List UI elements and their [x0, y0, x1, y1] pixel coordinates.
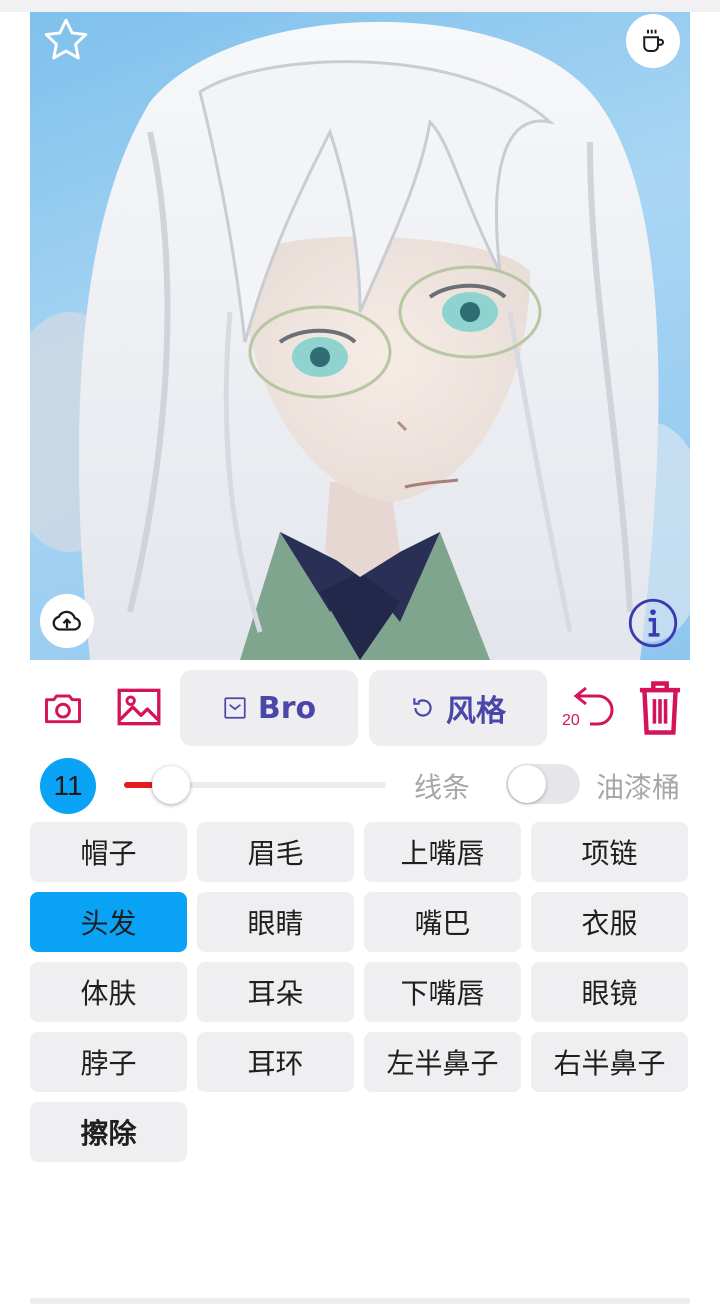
paint-bucket-toggle[interactable] [506, 764, 580, 804]
part-button[interactable]: 体肤 [30, 962, 187, 1022]
brush-size-slider[interactable] [124, 766, 386, 804]
slider-thumb[interactable] [152, 766, 191, 804]
coffee-cup-icon[interactable] [626, 14, 680, 68]
part-button[interactable]: 帽子 [30, 822, 187, 882]
undo-count: 20 [562, 712, 580, 729]
part-button[interactable]: 眼镜 [531, 962, 688, 1022]
part-button[interactable]: 脖子 [30, 1032, 187, 1092]
info-icon[interactable] [626, 596, 680, 650]
anime-portrait-image [30, 21, 690, 660]
image-icon[interactable] [112, 680, 166, 734]
bottom-divider [30, 1298, 690, 1304]
paint-bucket-label: 油漆桶 [596, 771, 681, 804]
brush-settings: 11 线条 油漆桶 [30, 756, 690, 816]
part-button[interactable]: 下嘴唇 [364, 962, 521, 1022]
undo-button[interactable]: 20 [560, 680, 620, 736]
trash-icon[interactable] [634, 678, 686, 738]
part-button[interactable]: 眉毛 [197, 822, 354, 882]
part-button[interactable]: 头发 [30, 892, 187, 952]
part-button[interactable]: 嘴巴 [364, 892, 521, 952]
toggle-knob [508, 765, 546, 803]
part-button[interactable]: 上嘴唇 [364, 822, 521, 882]
style-button[interactable]: 风格 [369, 670, 547, 746]
tool-bar: Bro 风格 20 [30, 670, 690, 746]
part-button[interactable]: 耳朵 [197, 962, 354, 1022]
part-button[interactable]: 耳环 [197, 1032, 354, 1092]
part-button[interactable]: 右半鼻子 [531, 1032, 688, 1092]
line-mode-label: 线条 [414, 771, 471, 804]
part-button[interactable]: 衣服 [531, 892, 688, 952]
star-icon[interactable] [40, 14, 92, 66]
envelope-check-icon [222, 695, 248, 721]
part-button[interactable]: 擦除 [30, 1102, 187, 1162]
bro-button-label: Bro [257, 690, 317, 726]
camera-icon[interactable] [38, 682, 88, 732]
refresh-icon [410, 695, 436, 721]
bro-button[interactable]: Bro [180, 670, 358, 746]
part-button[interactable]: 眼睛 [197, 892, 354, 952]
cloud-upload-icon[interactable] [40, 594, 94, 648]
drawing-canvas[interactable] [30, 12, 690, 660]
status-bar [0, 0, 720, 12]
part-button[interactable]: 项链 [531, 822, 688, 882]
brush-size-badge: 11 [40, 758, 96, 814]
style-button-label: 风格 [446, 694, 506, 729]
part-button[interactable]: 左半鼻子 [364, 1032, 521, 1092]
